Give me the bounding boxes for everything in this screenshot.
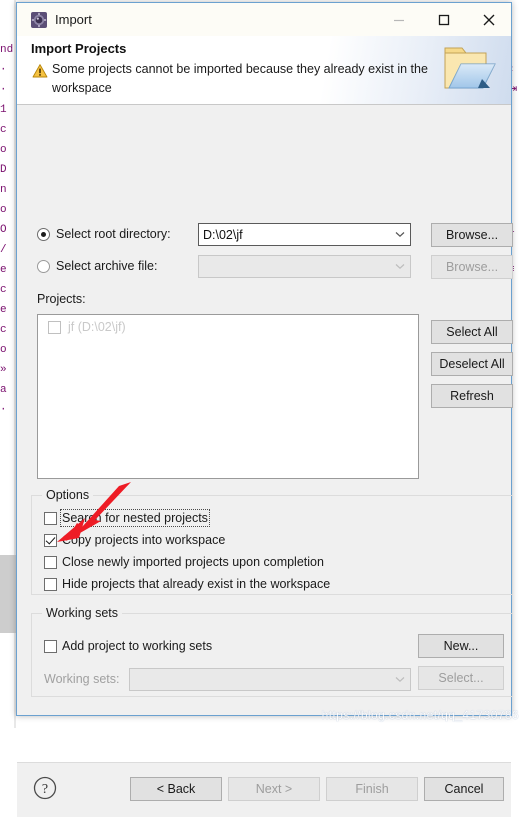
new-working-set-label: New...: [444, 639, 479, 653]
next-button: Next >: [228, 777, 320, 801]
checkbox-copy-into-workspace[interactable]: [44, 534, 57, 547]
eclipse-import-icon: [31, 12, 47, 28]
option-copy-into-workspace[interactable]: Copy projects into workspace: [44, 533, 225, 547]
finish-button: Finish: [326, 777, 418, 801]
import-folder-icon: [441, 42, 497, 94]
maximize-icon[interactable]: [421, 3, 466, 36]
import-dialog: Import Import Projects Some projects can…: [16, 2, 512, 716]
add-to-working-sets-label: Add project to working sets: [62, 639, 212, 653]
projects-list[interactable]: jf (D:\02\jf): [37, 314, 419, 479]
help-question-icon[interactable]: ?: [33, 776, 57, 800]
header-message: Some projects cannot be imported because…: [52, 60, 437, 98]
project-checkbox[interactable]: [48, 321, 61, 334]
archive-browse-button: Browse...: [431, 255, 513, 279]
select-root-directory-radio[interactable]: Select root directory:: [37, 227, 171, 241]
working-sets-legend: Working sets: [42, 606, 122, 620]
next-label: Next >: [256, 782, 292, 796]
deselect-all-button[interactable]: Deselect All: [431, 352, 513, 376]
back-button[interactable]: < Back: [130, 777, 222, 801]
working-sets-field-label: Working sets:: [44, 672, 120, 686]
archive-file-combo: [198, 255, 411, 278]
dialog-footer: ? < Back Next > Finish Cancel: [17, 762, 511, 817]
dialog-header: Import Projects Some projects cannot be …: [17, 36, 511, 105]
chevron-down-icon-archive: [390, 256, 410, 277]
window-controls: [376, 3, 511, 36]
finish-label: Finish: [355, 782, 388, 796]
back-label: < Back: [157, 782, 196, 796]
refresh-label: Refresh: [450, 389, 494, 403]
new-working-set-button[interactable]: New...: [418, 634, 504, 658]
option-hide-existing-label: Hide projects that already exist in the …: [62, 577, 330, 591]
chevron-down-icon[interactable]: [390, 224, 410, 245]
working-sets-combo: [129, 668, 411, 691]
cancel-button[interactable]: Cancel: [424, 777, 504, 801]
list-item[interactable]: jf (D:\02\jf): [38, 315, 418, 334]
watermark-text: https://blog.csdn.net/qq_41730786: [322, 708, 519, 722]
close-icon[interactable]: [466, 3, 511, 36]
chevron-down-icon-working-sets: [390, 669, 410, 690]
refresh-button[interactable]: Refresh: [431, 384, 513, 408]
root-directory-value: D:\02\jf: [199, 228, 390, 242]
checkbox-search-nested[interactable]: [44, 512, 57, 525]
dialog-titlebar[interactable]: Import: [17, 3, 511, 36]
archive-browse-label: Browse...: [446, 260, 498, 274]
select-working-set-label: Select...: [438, 671, 483, 685]
deselect-all-label: Deselect All: [439, 357, 504, 371]
checkbox-add-to-working-sets[interactable]: [44, 640, 57, 653]
option-copy-into-workspace-label: Copy projects into workspace: [62, 533, 225, 547]
root-directory-combo[interactable]: D:\02\jf: [198, 223, 411, 246]
option-close-imported-label: Close newly imported projects upon compl…: [62, 555, 324, 569]
select-root-directory-label: Select root directory:: [56, 227, 171, 241]
add-to-working-sets-row[interactable]: Add project to working sets: [44, 639, 212, 653]
option-search-nested-label: Search for nested projects: [62, 511, 208, 525]
checkbox-close-imported[interactable]: [44, 556, 57, 569]
select-archive-file-label: Select archive file:: [56, 259, 157, 273]
svg-text:?: ?: [42, 782, 48, 797]
radio-indicator-archive: [37, 260, 50, 273]
select-working-set-button: Select...: [418, 666, 504, 690]
option-close-imported[interactable]: Close newly imported projects upon compl…: [44, 555, 324, 569]
root-browse-button[interactable]: Browse...: [431, 223, 513, 247]
projects-label: Projects:: [37, 292, 86, 306]
radio-indicator-root: [37, 228, 50, 241]
warning-triangle-icon: [32, 63, 48, 79]
dialog-title: Import: [55, 12, 92, 27]
cancel-label: Cancel: [445, 782, 484, 796]
root-browse-label: Browse...: [446, 228, 498, 242]
select-all-button[interactable]: Select All: [431, 320, 513, 344]
option-search-nested[interactable]: Search for nested projects: [44, 511, 208, 525]
minimize-icon[interactable]: [376, 3, 421, 36]
select-all-label: Select All: [446, 325, 497, 339]
checkbox-hide-existing[interactable]: [44, 578, 57, 591]
page-title: Import Projects: [31, 41, 126, 56]
options-legend: Options: [42, 488, 93, 502]
select-archive-file-radio[interactable]: Select archive file:: [37, 259, 157, 273]
project-label: jf (D:\02\jf): [68, 320, 126, 334]
option-hide-existing[interactable]: Hide projects that already exist in the …: [44, 577, 330, 591]
